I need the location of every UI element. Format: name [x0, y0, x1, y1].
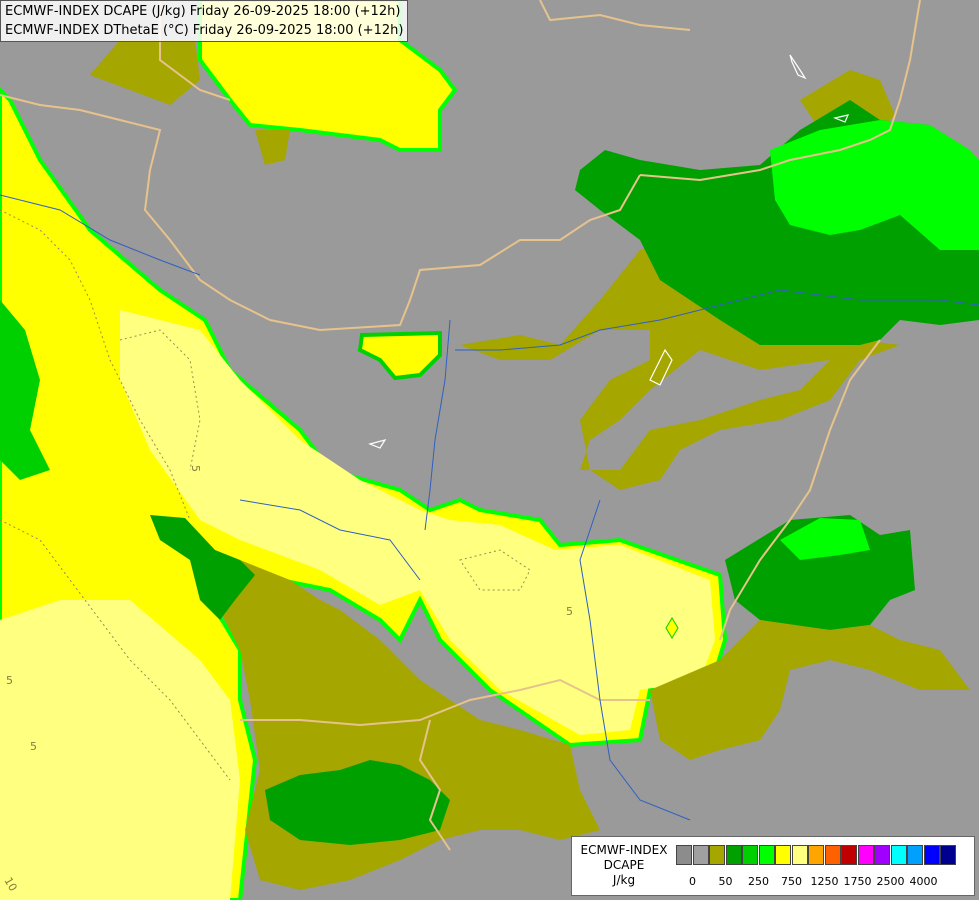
legend-tick-label: 0 — [689, 875, 696, 888]
legend-swatch — [775, 845, 791, 865]
legend-swatch — [791, 845, 808, 865]
contour-label: 5 — [189, 465, 202, 472]
dcape-map: 5 5 5 5 10 — [0, 0, 979, 900]
legend-swatch — [890, 845, 907, 865]
legend-swatch — [758, 845, 775, 865]
legend-tick-label: 250 — [748, 875, 769, 888]
legend-swatch — [907, 845, 923, 865]
title-line-dcape: ECMWF-INDEX DCAPE (J/kg) Friday 26-09-20… — [5, 4, 401, 19]
legend-swatch — [808, 845, 824, 865]
contour-label: 5 — [30, 740, 37, 753]
legend-swatch — [692, 845, 709, 865]
legend-variable: DCAPE — [603, 858, 645, 872]
legend-swatch — [841, 845, 857, 865]
contour-label: 5 — [6, 674, 13, 687]
color-legend: ECMWF-INDEX DCAPE J/kg 0 50 250 750 1250 1750… — [571, 836, 975, 896]
legend-tick-label: 750 — [781, 875, 802, 888]
legend-color-boxes — [676, 845, 957, 865]
legend-swatch — [709, 845, 725, 865]
legend-tick-label: 1250 — [810, 875, 839, 888]
legend-tick-label: 4000 — [909, 875, 938, 888]
map-title: ECMWF-INDEX DCAPE (J/kg) Friday 26-09-20… — [0, 0, 409, 42]
contour-label: 5 — [566, 605, 573, 618]
legend-swatch — [824, 845, 841, 865]
legend-title: ECMWF-INDEX DCAPE J/kg — [576, 843, 672, 888]
legend-swatch — [676, 845, 692, 865]
legend-tick-label: 50 — [718, 875, 733, 888]
legend-swatch — [725, 845, 742, 865]
legend-swatch — [874, 845, 890, 865]
legend-tick-labels: 0 50 250 750 1250 1750 2500 4000 — [676, 875, 976, 891]
legend-model: ECMWF-INDEX — [580, 843, 668, 857]
legend-unit: J/kg — [612, 873, 636, 887]
legend-tick-label: 1750 — [843, 875, 872, 888]
legend-swatch — [923, 845, 940, 865]
legend-swatch — [940, 845, 956, 865]
legend-tick-label: 2500 — [876, 875, 905, 888]
legend-swatch — [742, 845, 758, 865]
title-line-dthetae: ECMWF-INDEX DThetaE (°C) Friday 26-09-20… — [5, 23, 404, 38]
legend-swatch — [857, 845, 874, 865]
